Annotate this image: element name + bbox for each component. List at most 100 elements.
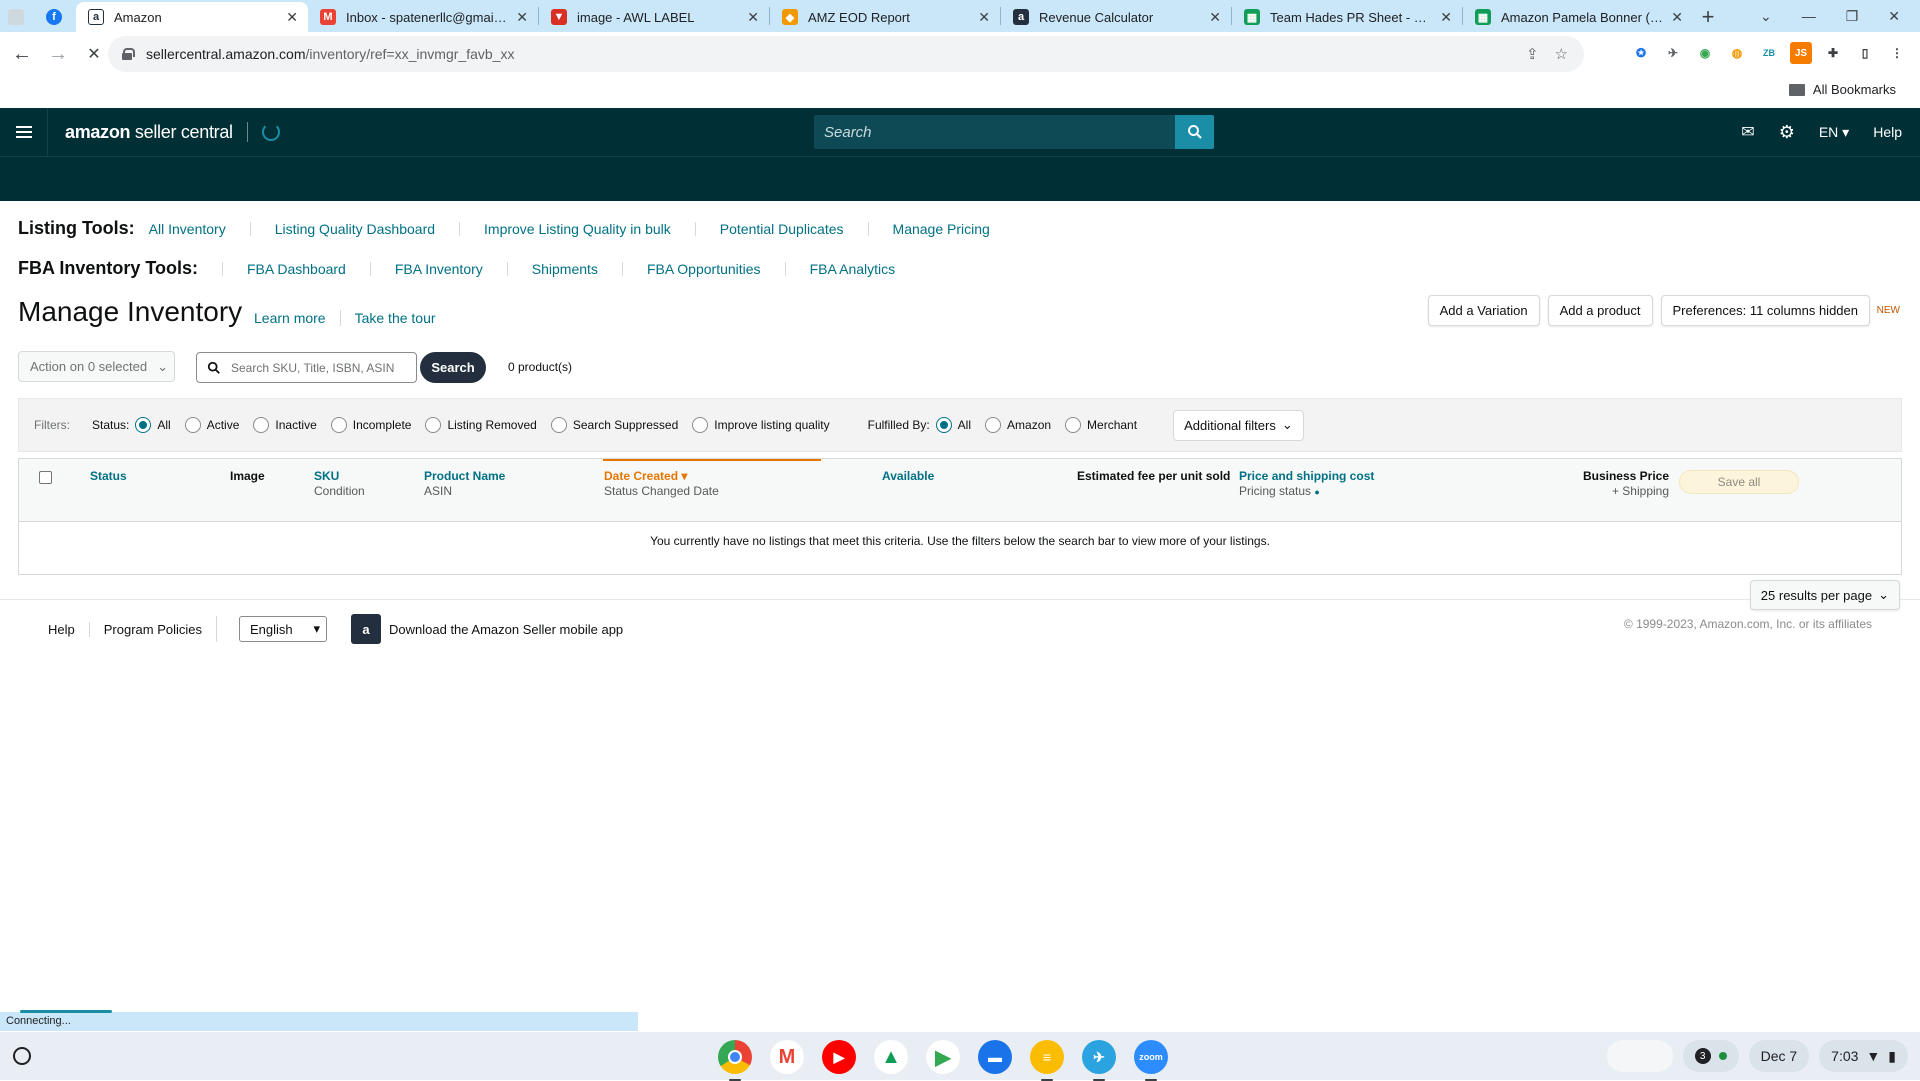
seller-app-icon[interactable]: a: [351, 614, 382, 644]
address-bar[interactable]: sellercentral.amazon.com/inventory/ref=x…: [108, 36, 1584, 72]
tab-team-hades[interactable]: ▦ Team Hades PR Sheet - Google ✕: [1232, 2, 1462, 32]
tab-awl-label[interactable]: ▼ image - AWL LABEL ✕: [539, 2, 769, 32]
preferences-button[interactable]: Preferences: 11 columns hidden: [1660, 295, 1870, 326]
status-radio-improve-quality[interactable]: Improve listing quality: [692, 417, 830, 433]
status-radio-search-suppressed[interactable]: Search Suppressed: [550, 417, 678, 433]
launcher-icon[interactable]: [13, 1047, 31, 1065]
youtube-icon[interactable]: ▶: [822, 1040, 856, 1074]
additional-filters-button[interactable]: Additional filters ⌄: [1173, 409, 1304, 441]
settings-gear-icon[interactable]: ⚙: [1779, 122, 1795, 143]
download-app-link[interactable]: Download the Amazon Seller mobile app: [389, 622, 623, 637]
link-fba-dashboard[interactable]: FBA Dashboard: [222, 262, 370, 276]
tab-pamela-bonner[interactable]: ▦ Amazon Pamela Bonner (Dr B ✕: [1463, 2, 1693, 32]
close-icon[interactable]: ✕: [747, 9, 759, 26]
side-panel-icon[interactable]: ▯: [1854, 42, 1876, 64]
col-price-shipping[interactable]: Price and shipping cost Pricing status ●: [1239, 469, 1374, 500]
all-bookmarks-button[interactable]: All Bookmarks: [1788, 82, 1896, 97]
fulfilled-radio-amazon[interactable]: Amazon: [985, 417, 1051, 433]
chrome-icon[interactable]: [718, 1040, 752, 1081]
close-icon[interactable]: ✕: [516, 9, 528, 26]
tab-revenue-calculator[interactable]: a Revenue Calculator ✕: [1001, 2, 1231, 32]
zoom-icon[interactable]: zoom: [1134, 1040, 1168, 1081]
telegram-icon[interactable]: ✈: [1082, 1040, 1116, 1081]
bulk-action-select[interactable]: Action on 0 selected ⌄: [18, 351, 175, 382]
share-icon[interactable]: ⇪: [1526, 45, 1539, 63]
notes-icon[interactable]: ≡: [1030, 1040, 1064, 1081]
save-all-button[interactable]: Save all: [1679, 470, 1799, 494]
close-window-icon[interactable]: ✕: [1888, 8, 1900, 25]
extension-icon[interactable]: ◉: [1694, 42, 1716, 64]
link-shipments[interactable]: Shipments: [506, 262, 622, 276]
footer-language-select[interactable]: English ▾: [239, 616, 328, 642]
back-icon[interactable]: ←: [4, 36, 40, 72]
help-link[interactable]: Help: [1873, 124, 1902, 140]
footer-policies-link[interactable]: Program Policies: [88, 621, 216, 637]
extension-icon[interactable]: ZB: [1758, 42, 1780, 64]
extension-icon[interactable]: ✈: [1662, 42, 1684, 64]
close-icon[interactable]: ✕: [286, 9, 298, 26]
link-fba-inventory[interactable]: FBA Inventory: [369, 262, 507, 276]
tab-eod-report[interactable]: ◆ AMZ EOD Report ✕: [770, 2, 1000, 32]
add-variation-button[interactable]: Add a Variation: [1427, 295, 1540, 326]
tab-amazon[interactable]: a Amazon ✕: [76, 2, 308, 32]
forward-icon[interactable]: →: [40, 36, 76, 72]
drive-icon[interactable]: ▲: [874, 1040, 908, 1074]
take-tour-link[interactable]: Take the tour: [339, 310, 450, 326]
extension-icon[interactable]: JS: [1790, 42, 1812, 64]
link-all-inventory[interactable]: All Inventory: [149, 222, 250, 236]
footer-help-link[interactable]: Help: [48, 622, 89, 637]
mail-icon[interactable]: ✉: [1741, 122, 1754, 142]
header-search-input[interactable]: Search: [814, 115, 1175, 149]
quick-settings[interactable]: 7:03 ▼ ▮: [1819, 1040, 1908, 1072]
language-selector[interactable]: EN ▾: [1819, 124, 1849, 141]
tab-pinned-sheets[interactable]: [0, 2, 32, 32]
close-icon[interactable]: ✕: [1440, 9, 1452, 26]
extension-icon[interactable]: ◍: [1726, 42, 1748, 64]
status-radio-all[interactable]: All: [135, 417, 171, 433]
menu-kebab-icon[interactable]: ⋮: [1886, 42, 1908, 64]
info-icon[interactable]: ●: [1314, 487, 1319, 497]
link-fba-opportunities[interactable]: FBA Opportunities: [621, 262, 785, 276]
link-manage-pricing[interactable]: Manage Pricing: [867, 222, 1014, 236]
fulfilled-radio-all[interactable]: All: [935, 417, 971, 433]
restore-icon[interactable]: ❐: [1846, 8, 1859, 25]
notifications[interactable]: 3: [1682, 1040, 1739, 1072]
link-listing-quality-dashboard[interactable]: Listing Quality Dashboard: [249, 222, 459, 236]
extensions-puzzle-icon[interactable]: ✚: [1822, 42, 1844, 64]
close-icon[interactable]: ✕: [1671, 9, 1683, 26]
status-radio-listing-removed[interactable]: Listing Removed: [425, 417, 537, 433]
close-icon[interactable]: ✕: [1209, 9, 1221, 26]
status-radio-active[interactable]: Active: [184, 417, 239, 433]
link-improve-listing-quality[interactable]: Improve Listing Quality in bulk: [459, 222, 695, 236]
link-potential-duplicates[interactable]: Potential Duplicates: [694, 222, 868, 236]
play-store-icon[interactable]: ▶: [926, 1040, 960, 1074]
tab-pinned-facebook[interactable]: f: [32, 2, 76, 32]
link-fba-analytics[interactable]: FBA Analytics: [784, 262, 920, 276]
inventory-search-input[interactable]: Search SKU, Title, ISBN, ASIN: [196, 352, 417, 383]
col-date-created[interactable]: Date Created ▾ Status Changed Date: [604, 469, 719, 499]
date-display[interactable]: Dec 7: [1748, 1040, 1810, 1072]
col-status[interactable]: Status: [90, 469, 127, 484]
tab-search-icon[interactable]: ⌄: [1760, 8, 1772, 25]
new-tab-button[interactable]: +: [1693, 2, 1723, 32]
close-icon[interactable]: ✕: [978, 9, 990, 26]
holding-space-icon[interactable]: [1606, 1040, 1673, 1072]
stop-loading-icon[interactable]: ✕: [76, 36, 112, 72]
col-available[interactable]: Available: [882, 469, 934, 484]
hamburger-menu-icon[interactable]: [0, 108, 48, 156]
fulfilled-radio-merchant[interactable]: Merchant: [1065, 417, 1137, 433]
files-icon[interactable]: ▬: [978, 1040, 1012, 1074]
extension-icon[interactable]: ✪: [1630, 42, 1652, 64]
status-radio-inactive[interactable]: Inactive: [253, 417, 317, 433]
add-product-button[interactable]: Add a product: [1547, 295, 1653, 326]
seller-central-logo[interactable]: amazon seller central: [65, 122, 233, 143]
col-product-name[interactable]: Product Name ASIN: [424, 469, 505, 499]
results-per-page-select[interactable]: 25 results per page ⌄: [1749, 580, 1900, 610]
tab-gmail[interactable]: M Inbox - spatenerllc@gmail.com ✕: [308, 2, 538, 32]
col-sku[interactable]: SKU Condition: [314, 469, 365, 499]
header-search-button[interactable]: [1175, 115, 1214, 149]
status-radio-incomplete[interactable]: Incomplete: [330, 417, 411, 433]
gmail-icon[interactable]: M: [770, 1040, 804, 1074]
search-button[interactable]: Search: [420, 352, 486, 383]
learn-more-link[interactable]: Learn more: [254, 310, 340, 326]
